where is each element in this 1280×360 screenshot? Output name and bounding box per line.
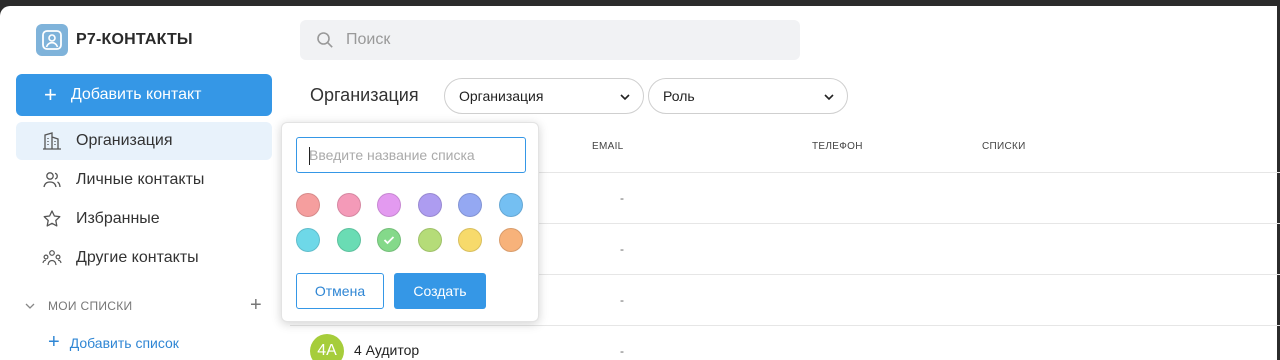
chevron-down-icon xyxy=(824,94,834,101)
page-title: Организация xyxy=(310,85,419,105)
list-name-placeholder: Введите название списка xyxy=(309,147,475,163)
table-row-email: - xyxy=(620,242,624,256)
color-swatch[interactable] xyxy=(458,228,483,252)
table-divider xyxy=(290,325,1280,326)
sidebar-item-personal-contacts[interactable]: Личные контакты xyxy=(16,161,272,199)
color-swatch[interactable] xyxy=(458,193,483,217)
app-logo-icon xyxy=(36,24,68,56)
plus-icon: + xyxy=(48,331,60,353)
sidebar-item-favorites[interactable]: Избранные xyxy=(16,200,272,238)
color-swatch[interactable] xyxy=(499,228,523,252)
add-list-link[interactable]: + Добавить список xyxy=(48,331,179,354)
add-list-plus-icon[interactable]: + xyxy=(250,294,262,317)
my-lists-label: МОИ СПИСКИ xyxy=(48,299,133,313)
add-contact-label: Добавить контакт xyxy=(70,86,202,103)
group-icon xyxy=(42,250,62,266)
color-swatch[interactable] xyxy=(336,193,361,217)
avatar: 4А xyxy=(310,334,344,360)
sidebar-item-other-contacts[interactable]: Другие контакты xyxy=(16,239,272,277)
sidebar-item-organization[interactable]: Организация xyxy=(16,122,272,160)
column-header-lists[interactable]: СПИСКИ xyxy=(982,141,1026,152)
app-title: Р7-КОНТАКТЫ xyxy=(76,31,193,48)
color-swatch[interactable] xyxy=(417,228,442,252)
color-swatch[interactable] xyxy=(377,193,402,217)
chevron-down-icon xyxy=(620,94,630,101)
filter-value: Организация xyxy=(459,88,544,104)
star-icon xyxy=(43,210,61,227)
chevron-down-icon xyxy=(25,303,35,309)
add-contact-button[interactable]: + Добавить контакт xyxy=(16,74,272,116)
color-swatch[interactable] xyxy=(499,193,523,217)
color-swatch[interactable] xyxy=(417,193,442,217)
table-row-email: - xyxy=(620,293,624,307)
filter-value: Роль xyxy=(663,88,695,104)
check-icon xyxy=(384,236,395,245)
text-cursor xyxy=(309,147,310,165)
color-swatch[interactable] xyxy=(296,193,320,217)
contact-name[interactable]: 4 Аудитор xyxy=(354,342,419,358)
sidebar-item-label: Избранные xyxy=(76,210,160,227)
list-name-input[interactable]: Введите название списка xyxy=(296,137,526,173)
my-lists-header[interactable]: МОИ СПИСКИ + xyxy=(24,294,272,317)
building-icon xyxy=(43,132,61,150)
sidebar-item-label: Другие контакты xyxy=(76,249,199,266)
table-row-email: - xyxy=(620,191,624,205)
sidebar-item-label: Личные контакты xyxy=(76,171,205,188)
color-swatch[interactable] xyxy=(377,228,402,252)
people-icon xyxy=(43,172,61,188)
sidebar-item-label: Организация xyxy=(76,132,173,149)
create-button[interactable]: Создать xyxy=(394,273,486,309)
role-filter-select[interactable]: Роль xyxy=(648,78,848,114)
search-input[interactable]: Поиск xyxy=(300,20,800,60)
cancel-button[interactable]: Отмена xyxy=(296,273,384,309)
search-icon xyxy=(317,32,333,48)
column-header-email[interactable]: EMAIL xyxy=(592,141,624,152)
create-list-popup: Введите название списка Отмена Создать xyxy=(281,122,539,322)
color-swatch[interactable] xyxy=(296,228,320,252)
organization-filter-select[interactable]: Организация xyxy=(444,78,644,114)
table-row-email: - xyxy=(620,344,624,358)
add-list-label: Добавить список xyxy=(69,334,179,351)
color-swatch[interactable] xyxy=(336,228,361,252)
search-placeholder: Поиск xyxy=(346,31,391,48)
column-header-phone[interactable]: ТЕЛЕФОН xyxy=(812,141,863,152)
plus-icon: + xyxy=(44,82,57,107)
